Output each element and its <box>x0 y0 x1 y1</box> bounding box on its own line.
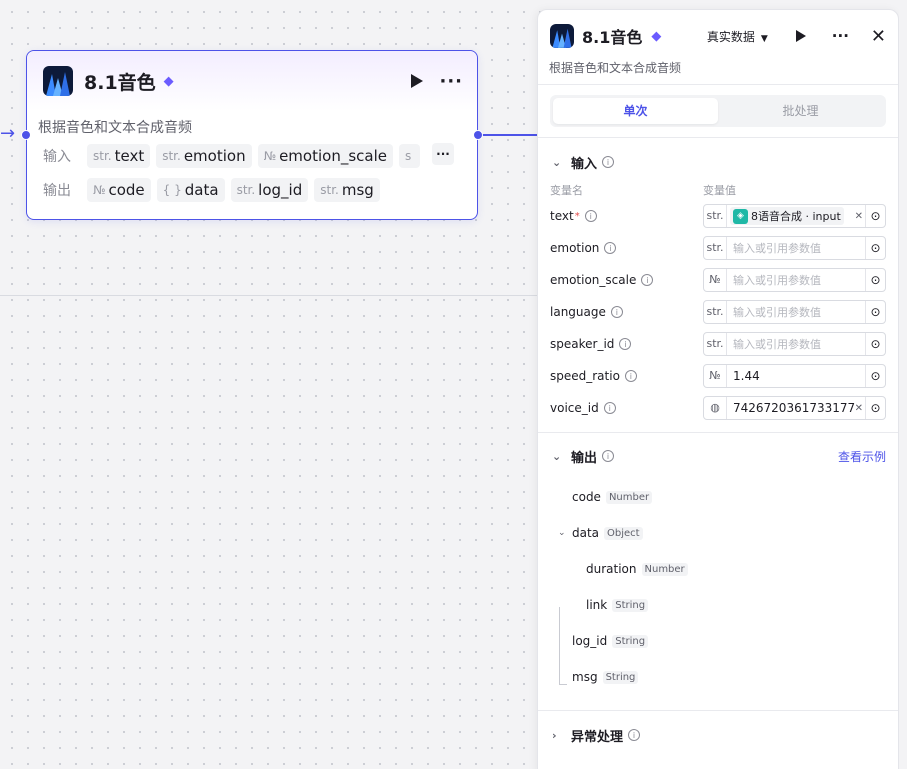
output-chip: { } data <box>156 178 225 202</box>
input-chip-truncated: s <box>398 144 421 168</box>
info-icon: i <box>624 370 637 382</box>
output-item-duration: duration Number <box>558 551 898 587</box>
reference-target-icon[interactable]: ⊙ <box>865 397 885 419</box>
canvas-right-edge <box>899 0 907 769</box>
text-value-field[interactable]: str. ◈ 8语音合成 · input ✕ ⊙ <box>703 204 886 228</box>
node-header: 8.1音色 ◆ ··· <box>27 51 477 111</box>
info-icon: i <box>619 338 632 350</box>
chevron-down-icon: ⌄ <box>558 528 566 538</box>
run-node-button[interactable] <box>411 74 424 88</box>
outgoing-edge <box>482 134 538 136</box>
voice-id-value-field[interactable]: ◍ 74267203617331773 ✕ ⊙ <box>703 396 886 420</box>
variable-reference-tag[interactable]: ◈ 8语音合成 · input <box>730 207 844 225</box>
plugin-logo-icon <box>43 66 73 96</box>
exception-section-header[interactable]: › 异常处理 i <box>538 711 898 759</box>
input-chip: № emotion_scale <box>257 144 393 168</box>
output-item-code: code Number <box>558 479 898 515</box>
input-row-text: text * i str. ◈ 8语音合成 · input ✕ ⊙ <box>538 200 898 232</box>
node-inputs-row: 输入 str. text str. emotion № emotion_scale s… <box>27 141 477 171</box>
premium-diamond-icon: ◆ <box>651 28 662 44</box>
output-port-handle[interactable] <box>473 130 483 140</box>
reference-target-icon[interactable]: ⊙ <box>865 365 885 387</box>
input-row-language: language i str. 输入或引用参数值 ⊙ <box>538 296 898 328</box>
info-icon: i <box>603 402 616 414</box>
input-chip: str. emotion <box>156 144 252 168</box>
reference-target-icon[interactable]: ⊙ <box>865 333 885 355</box>
close-panel-button[interactable]: ✕ <box>871 26 886 47</box>
premium-diamond-icon: ◆ <box>163 73 174 89</box>
input-port-handle[interactable] <box>21 130 31 140</box>
input-row-emotion: emotion i str. 输入或引用参数值 ⊙ <box>538 232 898 264</box>
output-item-log-id: log_id String <box>558 623 898 659</box>
output-tree: code Number ⌄ data Object duration Number l… <box>538 479 898 695</box>
info-icon: i <box>628 729 641 741</box>
output-chip: № code <box>87 178 151 202</box>
tab-batch[interactable]: 批处理 <box>718 98 883 124</box>
chevron-down-icon: ⌄ <box>552 449 562 463</box>
input-section-header[interactable]: ⌄ 输入 i <box>538 144 898 180</box>
view-example-link[interactable]: 查看示例 <box>838 448 886 465</box>
output-item-msg: msg String <box>558 659 898 695</box>
panel-header: 8.1音色 ◆ 真实数据 ▼ ··· ✕ <box>538 10 898 50</box>
reference-target-icon[interactable]: ⊙ <box>865 205 885 227</box>
panel-title: 8.1音色 <box>582 28 643 47</box>
more-options-button[interactable]: ··· <box>832 27 849 45</box>
node-description: 根据音色和文本合成音频 <box>38 120 192 136</box>
run-node-button[interactable] <box>795 30 806 42</box>
input-row-speaker-id: speaker_id i str. 输入或引用参数值 ⊙ <box>538 328 898 360</box>
run-mode-tabs: 单次 批处理 <box>550 95 886 127</box>
inputs-label: 输入 <box>43 149 71 165</box>
more-inputs-button[interactable]: ··· <box>432 143 454 165</box>
output-item-link: link String <box>558 587 898 623</box>
output-section-header[interactable]: ⌄ 输出 i 查看示例 <box>538 433 898 479</box>
info-icon: i <box>602 450 615 462</box>
reference-target-icon[interactable]: ⊙ <box>865 269 885 291</box>
speed-ratio-value-field[interactable]: № 1.44 ⊙ <box>703 364 886 388</box>
incoming-edge-arrow-icon: → <box>0 123 16 144</box>
reference-target-icon[interactable]: ⊙ <box>865 301 885 323</box>
info-icon: i <box>584 210 597 222</box>
layers-icon: ◈ <box>733 208 748 224</box>
info-icon: i <box>641 274 654 286</box>
clear-reference-icon[interactable]: ✕ <box>855 211 863 222</box>
output-item-data[interactable]: ⌄ data Object <box>558 515 898 551</box>
panel-description: 根据音色和文本合成音频 <box>538 50 898 85</box>
tab-single[interactable]: 单次 <box>553 98 718 124</box>
voice-wave-icon: ◍ <box>704 397 727 419</box>
speaker-id-value-field[interactable]: str. 输入或引用参数值 ⊙ <box>703 332 886 356</box>
node-config-panel: 8.1音色 ◆ 真实数据 ▼ ··· ✕ 根据音色和文本合成音频 单次 批处理 ⌄… <box>537 9 899 769</box>
more-options-button[interactable]: ··· <box>439 71 463 92</box>
workflow-node-card[interactable]: 8.1音色 ◆ ··· 根据音色和文本合成音频 输入 str. text str.… <box>21 50 483 220</box>
info-icon: i <box>610 306 623 318</box>
input-columns-header: 变量名 变量值 <box>550 184 736 197</box>
tree-connector <box>559 684 567 685</box>
tree-connector <box>559 607 560 685</box>
plugin-logo-icon <box>550 24 574 48</box>
outputs-label: 输出 <box>43 183 71 199</box>
input-chip: str. text <box>87 144 151 168</box>
emotion-value-field[interactable]: str. 输入或引用参数值 ⊙ <box>703 236 886 260</box>
node-outputs-row: 输出 № code { } data str. log_id str. msg <box>27 175 477 205</box>
input-row-voice-id: voice_id i ◍ 74267203617331773 ✕ ⊙ <box>538 392 898 424</box>
info-icon: i <box>602 156 615 168</box>
data-source-select[interactable]: 真实数据 ▼ <box>707 28 768 45</box>
input-row-emotion-scale: emotion_scale i № 输入或引用参数值 ⊙ <box>538 264 898 296</box>
clear-value-icon[interactable]: ✕ <box>855 403 863 414</box>
reference-target-icon[interactable]: ⊙ <box>865 237 885 259</box>
caret-down-icon: ▼ <box>760 33 768 44</box>
node-title: 8.1音色 <box>84 71 156 94</box>
output-chip: str. msg <box>314 178 380 202</box>
language-value-field[interactable]: str. 输入或引用参数值 ⊙ <box>703 300 886 324</box>
chevron-right-icon: › <box>552 728 557 742</box>
info-icon: i <box>604 242 617 254</box>
output-chip: str. log_id <box>230 178 309 202</box>
emotion-scale-value-field[interactable]: № 输入或引用参数值 ⊙ <box>703 268 886 292</box>
input-row-speed-ratio: speed_ratio i № 1.44 ⊙ <box>538 360 898 392</box>
chevron-down-icon: ⌄ <box>552 155 562 169</box>
